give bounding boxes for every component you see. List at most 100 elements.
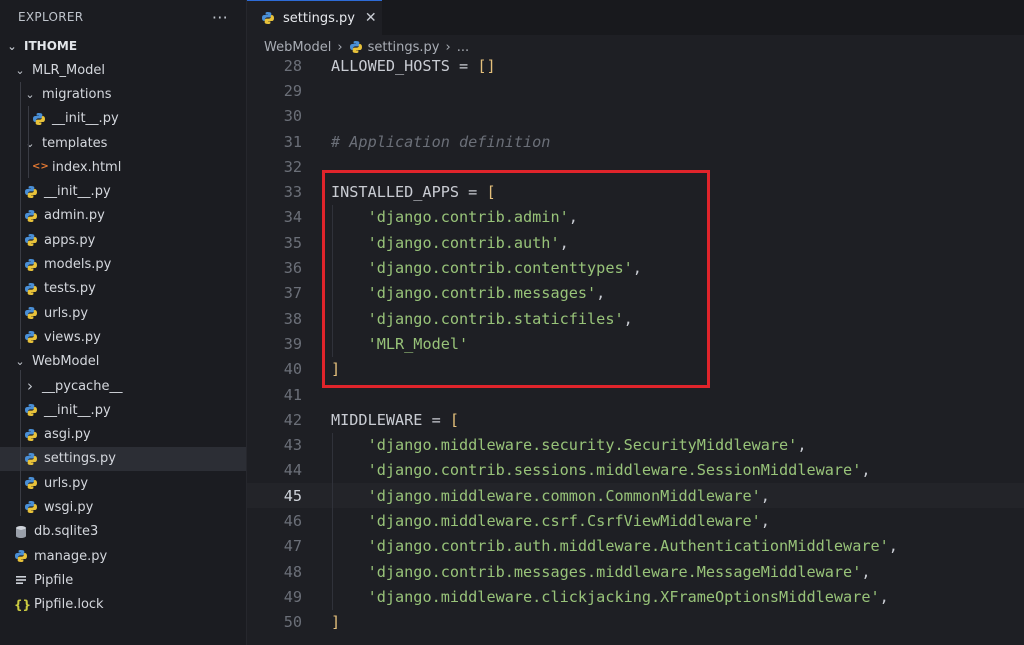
code-line[interactable]: 34 'django.contrib.admin', bbox=[247, 205, 1024, 230]
line-number: 28 bbox=[283, 59, 302, 75]
tree-item[interactable]: db.sqlite3 bbox=[0, 520, 246, 544]
chevron-down-icon: ⌄ bbox=[15, 63, 25, 77]
tree-item[interactable]: ⌄ MLR_Model bbox=[0, 58, 246, 82]
code-line[interactable]: 37 'django.contrib.messages', bbox=[247, 281, 1024, 306]
code-line[interactable]: 33 INSTALLED_APPS = [ bbox=[247, 180, 1024, 205]
line-number: 43 bbox=[283, 436, 302, 455]
explorer-sidebar: EXPLORER ··· ⌄ ITHOME ⌄ MLR_Model ⌄ migrati… bbox=[0, 0, 247, 645]
workspace-root-label: ITHOME bbox=[24, 39, 78, 53]
chevron-down-icon: ⌄ bbox=[25, 87, 35, 101]
code-line[interactable]: 36 'django.contrib.contenttypes', bbox=[247, 255, 1024, 280]
indent-guide bbox=[28, 154, 29, 179]
code-line[interactable]: 42 MIDDLEWARE = [ bbox=[247, 407, 1024, 432]
tree-item-label: tests.py bbox=[44, 281, 96, 297]
code-text: 'django.contrib.staticfiles', bbox=[367, 309, 633, 328]
tree-item-label: settings.py bbox=[44, 451, 116, 467]
tree-item[interactable]: __init__.py bbox=[0, 107, 246, 131]
code-line[interactable]: 46 'django.middleware.csrf.CsrfViewMiddl… bbox=[247, 508, 1024, 533]
explorer-header: EXPLORER ··· bbox=[0, 0, 246, 34]
breadcrumb-more[interactable]: ... bbox=[457, 40, 469, 55]
indent-guide bbox=[20, 82, 21, 350]
code-line[interactable]: 45 'django.middleware.common.CommonMiddl… bbox=[247, 483, 1024, 509]
indent-guide bbox=[20, 370, 21, 516]
tree-item[interactable]: {} Pipfile.lock bbox=[0, 593, 246, 617]
tree-item-label: migrations bbox=[42, 86, 112, 102]
tree-item[interactable]: apps.py bbox=[0, 228, 246, 252]
tree-item[interactable]: › __pycache__ bbox=[0, 374, 246, 398]
breadcrumb-folder[interactable]: WebModel bbox=[264, 40, 331, 55]
tree-item[interactable]: __init__.py bbox=[0, 398, 246, 422]
tree-item[interactable]: <> index.html bbox=[0, 155, 246, 179]
chevron-right-icon: › bbox=[337, 39, 343, 55]
indent-guide bbox=[28, 106, 29, 155]
code-text: 'django.middleware.csrf.CsrfViewMiddlewa… bbox=[367, 512, 770, 531]
breadcrumb-file[interactable]: settings.py bbox=[368, 40, 440, 55]
line-number: 32 bbox=[283, 157, 302, 176]
file-lines-icon bbox=[14, 573, 28, 587]
line-number: 42 bbox=[283, 410, 302, 429]
tree-item-label: wsgi.py bbox=[44, 499, 94, 515]
code-text: INSTALLED_APPS = [ bbox=[331, 183, 496, 202]
line-number: 41 bbox=[283, 385, 302, 404]
tree-item[interactable]: ⌄ WebModel bbox=[0, 350, 246, 374]
code-line[interactable]: 29 bbox=[247, 78, 1024, 103]
code-line[interactable]: 50] bbox=[247, 610, 1024, 635]
workspace-root[interactable]: ⌄ ITHOME bbox=[0, 34, 246, 58]
tab-settings-py[interactable]: settings.py ✕ bbox=[247, 0, 382, 35]
tree-item[interactable]: urls.py bbox=[0, 301, 246, 325]
tree-item[interactable]: urls.py bbox=[0, 471, 246, 495]
tree-item-label: __init__.py bbox=[44, 402, 111, 418]
tree-item[interactable]: asgi.py bbox=[0, 422, 246, 446]
code-line[interactable]: 49 'django.middleware.clickjacking.XFram… bbox=[247, 584, 1024, 609]
tab-label: settings.py bbox=[283, 10, 355, 26]
explorer-title: EXPLORER bbox=[18, 10, 84, 24]
line-number: 48 bbox=[283, 562, 302, 581]
code-line[interactable]: 40] bbox=[247, 357, 1024, 382]
python-icon bbox=[24, 476, 38, 490]
code-line[interactable]: 28 ALLOWED_HOSTS = [] bbox=[247, 59, 1024, 78]
code-line[interactable]: 44 'django.contrib.sessions.middleware.S… bbox=[247, 458, 1024, 483]
code-text: 'django.middleware.security.SecurityMidd… bbox=[367, 436, 807, 455]
code-line[interactable]: 35 'django.contrib.auth', bbox=[247, 230, 1024, 255]
tree-item[interactable]: views.py bbox=[0, 325, 246, 349]
tree-item[interactable]: tests.py bbox=[0, 277, 246, 301]
python-icon bbox=[24, 258, 38, 272]
python-icon bbox=[24, 282, 38, 296]
tree-item-label: __pycache__ bbox=[42, 378, 123, 394]
tree-item-label: manage.py bbox=[34, 548, 108, 564]
chevron-right-icon: › bbox=[27, 377, 33, 395]
python-icon bbox=[24, 403, 38, 417]
tree-item[interactable]: __init__.py bbox=[0, 179, 246, 203]
code-text: # Application definition bbox=[331, 132, 551, 151]
line-number: 44 bbox=[283, 461, 302, 480]
line-number: 29 bbox=[283, 81, 302, 100]
python-icon bbox=[14, 549, 28, 563]
tree-item[interactable]: wsgi.py bbox=[0, 495, 246, 519]
code-line[interactable]: 30 bbox=[247, 104, 1024, 129]
code-line[interactable]: 38 'django.contrib.staticfiles', bbox=[247, 306, 1024, 331]
code-line[interactable]: 47 'django.contrib.auth.middleware.Authe… bbox=[247, 534, 1024, 559]
close-icon[interactable]: ✕ bbox=[365, 10, 377, 26]
code-line[interactable]: 31 # Application definition bbox=[247, 129, 1024, 154]
python-icon bbox=[24, 500, 38, 514]
tree-item[interactable]: Pipfile bbox=[0, 568, 246, 592]
code-line[interactable]: 43 'django.middleware.security.SecurityM… bbox=[247, 433, 1024, 458]
code-editor[interactable]: 28 ALLOWED_HOSTS = [] 29 30 31 # Application … bbox=[247, 59, 1024, 645]
tree-item[interactable]: ⌄ migrations bbox=[0, 82, 246, 106]
line-number: 45 bbox=[283, 486, 302, 505]
more-actions-icon[interactable]: ··· bbox=[212, 8, 228, 27]
python-icon bbox=[24, 452, 38, 466]
python-icon bbox=[24, 330, 38, 344]
tree-item[interactable]: models.py bbox=[0, 252, 246, 276]
tree-item[interactable]: settings.py bbox=[0, 446, 246, 472]
code-line[interactable]: 41 bbox=[247, 382, 1024, 407]
html-icon: <> bbox=[32, 161, 49, 173]
line-number: 47 bbox=[283, 537, 302, 556]
tree-item[interactable]: manage.py bbox=[0, 544, 246, 568]
json-icon: {} bbox=[14, 597, 32, 612]
tree-item[interactable]: ⌄ templates bbox=[0, 131, 246, 155]
code-line[interactable]: 48 'django.contrib.messages.middleware.M… bbox=[247, 559, 1024, 584]
code-line[interactable]: 32 bbox=[247, 154, 1024, 179]
code-line[interactable]: 39 'MLR_Model' bbox=[247, 331, 1024, 356]
tree-item[interactable]: admin.py bbox=[0, 204, 246, 228]
